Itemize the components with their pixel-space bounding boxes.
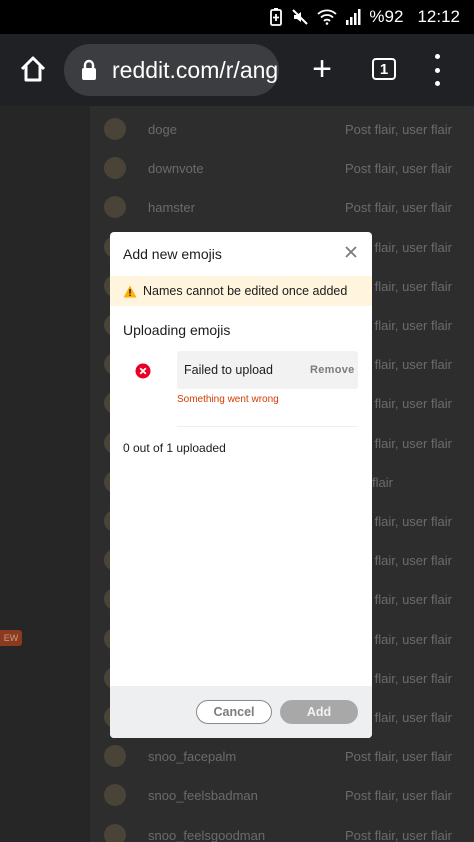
add-button[interactable]: Add [280, 700, 358, 724]
emoji-thumbnail [104, 196, 126, 219]
emoji-row: snoo_feelsbadman Post flair, user flair [90, 776, 474, 815]
battery-saver-icon [269, 8, 283, 26]
modal-footer: Cancel Add [110, 686, 372, 738]
cancel-button[interactable]: Cancel [196, 700, 272, 724]
emoji-name: snoo_facepalm [148, 749, 237, 765]
upload-item: Failed to upload Remove [177, 351, 358, 389]
emoji-name: hamster [148, 200, 195, 216]
left-column [0, 106, 90, 842]
emoji-flair-type: Post flair, user flair [345, 749, 452, 765]
tab-count: 1 [379, 60, 389, 78]
close-icon [345, 246, 357, 258]
dot [434, 54, 440, 59]
dot [434, 67, 440, 73]
status-bar: %92 12:12 [0, 0, 474, 34]
emoji-thumbnail [104, 784, 126, 807]
url-text: reddit.com/r/ang [112, 56, 279, 83]
emoji-flair-type: Post flair, user flair [345, 122, 452, 137]
warning-icon [123, 285, 137, 297]
emoji-flair-type: flair [372, 474, 393, 490]
divider [177, 426, 358, 427]
emoji-flair-type: Post flair, user flair [345, 200, 452, 216]
upload-status: Failed to upload [184, 363, 273, 377]
address-bar[interactable]: reddit.com/r/ang [64, 44, 279, 96]
modal-title: Add new emojis [123, 246, 222, 262]
lock-icon [80, 59, 102, 81]
warning-text: Names cannot be edited once added [143, 284, 348, 298]
emoji-thumbnail [104, 823, 126, 842]
emoji-name: doge [148, 122, 177, 137]
close-button[interactable] [343, 244, 359, 260]
emoji-name: downvote [148, 161, 204, 177]
emoji-name: snoo_feelsbadman [148, 788, 258, 804]
new-tab-button[interactable]: + [306, 52, 338, 86]
emoji-row: downvote Post flair, user flair [90, 149, 474, 188]
emoji-flair-type: Post flair, user flair [345, 788, 452, 804]
home-button[interactable] [16, 52, 50, 86]
emoji-thumbnail [104, 745, 126, 768]
emoji-flair-type: Post flair, user flair [345, 161, 452, 177]
emoji-row: doge Post flair, user flair [90, 110, 474, 149]
error-icon [135, 363, 151, 379]
overflow-menu-button[interactable] [427, 54, 447, 86]
emoji-row: hamster Post flair, user flair [90, 188, 474, 227]
emoji-thumbnail [104, 118, 126, 140]
browser-toolbar: reddit.com/r/ang + 1 [0, 34, 474, 106]
plus-icon: + [312, 50, 332, 88]
wifi-icon [317, 9, 338, 25]
upload-progress-text: 0 out of 1 uploaded [123, 441, 226, 455]
emoji-name: snoo_feelsgoodman [148, 827, 266, 842]
clock: 12:12 [417, 7, 460, 26]
emoji-flair-type: Post flair, user flair [345, 827, 452, 842]
battery-percent: %92 [369, 7, 404, 26]
new-badge: EW [0, 630, 22, 646]
emoji-row: snoo_feelsgoodman Post flair, user flair [90, 816, 474, 842]
mute-icon [291, 8, 309, 26]
upload-error-message: Something went wrong [177, 394, 279, 405]
home-icon [20, 56, 46, 82]
section-title: Uploading emojis [123, 322, 231, 338]
signal-icon [345, 9, 361, 25]
emoji-thumbnail [104, 157, 126, 180]
add-emojis-modal: Add new emojis Names cannot be edited on… [110, 232, 372, 738]
tab-switcher-button[interactable]: 1 [372, 58, 396, 80]
emoji-row: snoo_facepalm Post flair, user flair [90, 737, 474, 776]
remove-button[interactable]: Remove [310, 364, 355, 376]
warning-banner: Names cannot be edited once added [110, 276, 372, 306]
dot [434, 81, 440, 86]
upload-thumbnail [123, 351, 163, 391]
